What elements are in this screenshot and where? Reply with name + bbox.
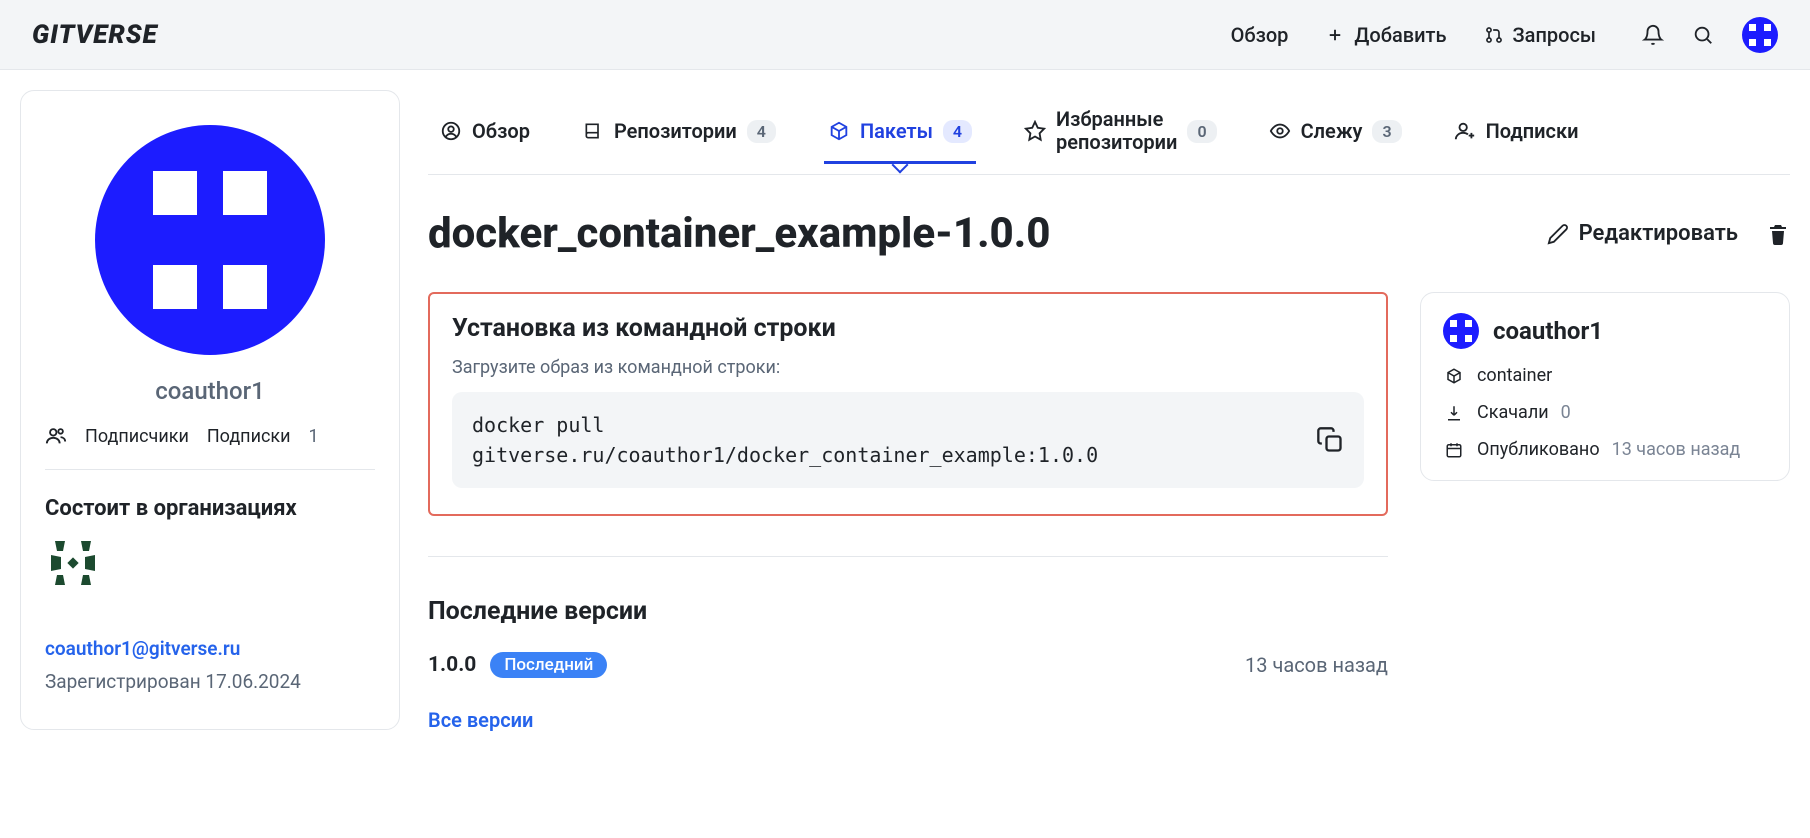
bell-icon[interactable] (1642, 24, 1664, 46)
version-time: 13 часов назад (1245, 653, 1388, 677)
tab-packages-label: Пакеты (860, 119, 933, 143)
tab-repos-label: Репозитории (614, 119, 737, 143)
install-heading: Установка из командной строки (452, 314, 1364, 343)
install-subtitle: Загрузите образ из командной строки: (452, 357, 1364, 378)
package-actions: Редактировать (1547, 221, 1790, 246)
nav-requests[interactable]: Запросы (1483, 23, 1596, 47)
main: Обзор Репозитории 4 Пакеты 4 Избранные р… (428, 90, 1790, 732)
plus-icon (1324, 26, 1346, 44)
tab-subscriptions[interactable]: Подписки (1450, 101, 1583, 163)
cube-icon (1443, 367, 1465, 385)
version-number[interactable]: 1.0.0 (428, 653, 476, 677)
user-avatar[interactable] (1742, 17, 1778, 53)
version-left: 1.0.0 Последний (428, 652, 607, 678)
nav-requests-label: Запросы (1513, 23, 1596, 47)
code-block: docker pull gitverse.ru/coauthor1/docker… (452, 392, 1364, 488)
nav-overview-label: Обзор (1231, 23, 1289, 47)
meta-published: Опубликовано 13 часов назад (1443, 439, 1767, 460)
delete-button[interactable] (1766, 222, 1790, 246)
tab-repos-count: 4 (747, 120, 776, 143)
install-box: Установка из командной строки Загрузите … (428, 292, 1388, 516)
org-icon[interactable] (45, 535, 101, 591)
topbar-nav: Обзор Добавить Запросы (1231, 17, 1778, 53)
tab-watching-label: Слежу (1301, 119, 1363, 143)
user-plus-icon (1454, 120, 1476, 142)
tab-packages-count: 4 (943, 120, 972, 143)
tab-watching-count: 3 (1372, 120, 1401, 143)
repo-icon (582, 121, 604, 141)
people-icon (45, 425, 67, 447)
package-icon (828, 120, 850, 142)
tab-overview[interactable]: Обзор (436, 101, 534, 163)
nav-overview[interactable]: Обзор (1231, 23, 1289, 47)
eye-icon (1269, 120, 1291, 142)
search-icon[interactable] (1692, 24, 1714, 46)
subscribers-link[interactable]: Подписчики (85, 426, 189, 447)
edit-button[interactable]: Редактировать (1547, 221, 1738, 246)
star-icon (1024, 120, 1046, 142)
package-title: docker_container_example-1.0.0 (428, 209, 1050, 258)
topbar: GITVERSE Обзор Добавить Запросы (0, 0, 1810, 70)
divider (428, 556, 1388, 557)
subscriptions-count: 1 (309, 426, 319, 447)
profile-avatar (95, 125, 325, 355)
meta-downloads-count: 0 (1561, 402, 1571, 423)
owner-row[interactable]: coauthor1 (1443, 313, 1767, 349)
pencil-icon (1547, 223, 1569, 245)
tab-overview-label: Обзор (472, 119, 530, 143)
nav-add[interactable]: Добавить (1324, 23, 1446, 47)
all-versions-link[interactable]: Все версии (428, 708, 533, 732)
topbar-icons (1642, 17, 1778, 53)
meta-type-value: container (1477, 365, 1552, 386)
versions-heading: Последние версии (428, 597, 1388, 626)
tab-starred[interactable]: Избранные репозитории 0 (1020, 90, 1221, 174)
calendar-icon (1443, 441, 1465, 459)
tab-subscriptions-label: Подписки (1486, 119, 1579, 143)
profile-registered: Зарегистрирован 17.06.2024 (45, 670, 375, 693)
meta-published-time: 13 часов назад (1612, 439, 1741, 460)
nav-add-label: Добавить (1354, 23, 1446, 47)
profile-sidebar: coauthor1 Подписчики Подписки 1 Состоит … (20, 90, 400, 730)
package-header: docker_container_example-1.0.0 Редактиро… (428, 209, 1790, 258)
tab-watching[interactable]: Слежу 3 (1265, 101, 1406, 163)
tab-repos[interactable]: Репозитории 4 (578, 101, 780, 163)
content-cols: Установка из командной строки Загрузите … (428, 292, 1790, 732)
meta-published-label: Опубликовано (1477, 439, 1600, 460)
meta-downloads-label: Скачали (1477, 402, 1549, 423)
brand-logo[interactable]: GITVERSE (32, 20, 158, 50)
orgs-heading: Состоит в организациях (45, 496, 375, 521)
profile-username: coauthor1 (155, 377, 265, 405)
edit-label: Редактировать (1579, 221, 1738, 246)
profile-avatar-wrap: coauthor1 (45, 115, 375, 405)
profile-email[interactable]: coauthor1@gitverse.ru (45, 637, 375, 660)
meta-type: container (1443, 365, 1767, 386)
owner-avatar (1443, 313, 1479, 349)
latest-pill: Последний (490, 652, 607, 678)
tab-packages[interactable]: Пакеты 4 (824, 101, 976, 163)
subscriptions-link[interactable]: Подписки (207, 426, 291, 447)
copy-button[interactable] (1316, 426, 1344, 454)
install-command: docker pull gitverse.ru/coauthor1/docker… (472, 410, 1098, 470)
meta-downloads: Скачали 0 (1443, 402, 1767, 423)
profile-tabs: Обзор Репозитории 4 Пакеты 4 Избранные р… (428, 90, 1790, 175)
owner-name: coauthor1 (1493, 317, 1603, 345)
tab-starred-count: 0 (1187, 120, 1216, 143)
tab-starred-label: Избранные репозитории (1056, 108, 1177, 154)
version-row: 1.0.0 Последний 13 часов назад (428, 652, 1388, 678)
download-icon (1443, 404, 1465, 422)
user-circle-icon (440, 120, 462, 142)
profile-sub-row: Подписчики Подписки 1 (45, 425, 375, 470)
pull-request-icon (1483, 25, 1505, 45)
package-meta: coauthor1 container Скачали 0 Опубликова… (1420, 292, 1790, 481)
left-col: Установка из командной строки Загрузите … (428, 292, 1388, 732)
layout: coauthor1 Подписчики Подписки 1 Состоит … (0, 70, 1810, 752)
